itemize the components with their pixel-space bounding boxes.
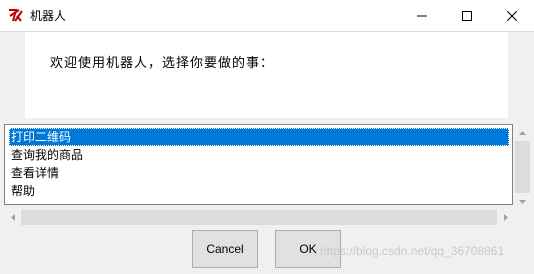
horizontal-scrollbar[interactable]: [4, 209, 514, 226]
list-item-print-qrcode[interactable]: 打印二维码: [9, 128, 509, 146]
minimize-button[interactable]: [399, 0, 444, 31]
scroll-right-icon[interactable]: [497, 209, 514, 226]
message-area: 欢迎使用机器人，选择你要做的事：: [25, 32, 508, 118]
maximize-button[interactable]: [444, 0, 489, 31]
maximize-icon: [461, 10, 472, 21]
close-button[interactable]: [489, 0, 534, 31]
scroll-up-icon[interactable]: [514, 124, 531, 141]
tk-feather-icon: [7, 7, 25, 23]
vertical-scrollbar[interactable]: [514, 124, 531, 210]
horizontal-scroll-thumb[interactable]: [21, 210, 497, 225]
prompt-message: 欢迎使用机器人，选择你要做的事：: [50, 56, 275, 71]
window-title: 机器人: [30, 9, 67, 23]
watermark-text: https://blog.csdn.net/qq_36708861: [320, 244, 505, 258]
close-icon: [506, 10, 517, 21]
scroll-left-icon[interactable]: [4, 209, 21, 226]
title-bar[interactable]: 机器人: [0, 0, 534, 32]
list-item-help[interactable]: 帮助: [9, 182, 509, 200]
choice-listbox[interactable]: 打印二维码 查询我的商品 查看详情 帮助: [4, 124, 513, 205]
vertical-scroll-thumb[interactable]: [515, 141, 530, 193]
minimize-icon: [416, 11, 427, 21]
cancel-button[interactable]: Cancel: [192, 230, 258, 268]
list-item-query-products[interactable]: 查询我的商品: [9, 146, 509, 164]
scroll-down-icon[interactable]: [514, 193, 531, 210]
list-item-view-details[interactable]: 查看详情: [9, 164, 509, 182]
